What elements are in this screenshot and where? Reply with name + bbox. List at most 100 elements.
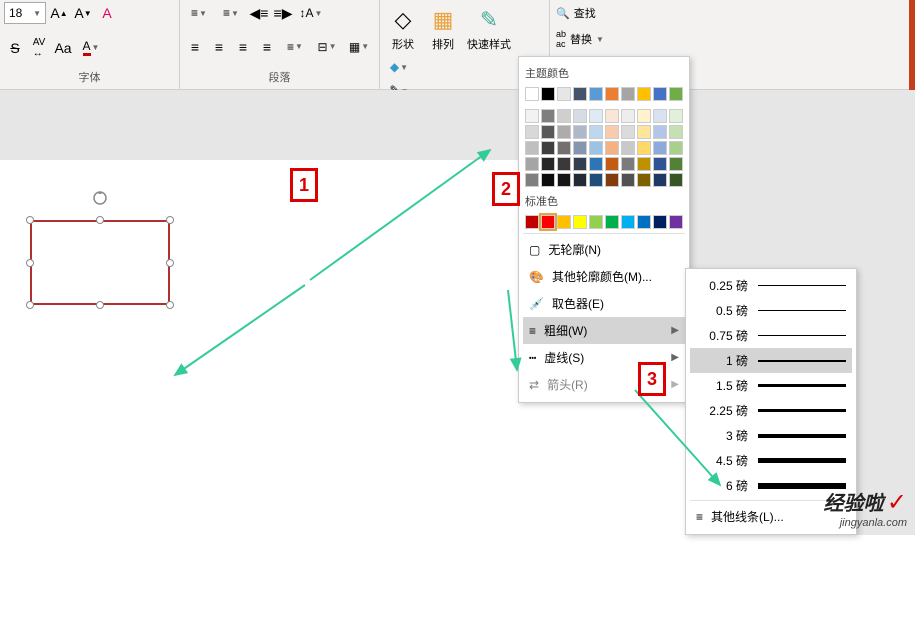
resize-handle[interactable] — [26, 259, 34, 267]
color-swatch[interactable] — [573, 109, 587, 123]
color-swatch[interactable] — [605, 173, 619, 187]
color-swatch[interactable] — [621, 109, 635, 123]
color-swatch[interactable] — [653, 125, 667, 139]
color-swatch[interactable] — [525, 173, 539, 187]
strikethrough-icon[interactable]: S — [4, 37, 26, 59]
resize-handle[interactable] — [166, 301, 174, 309]
align-right-icon[interactable]: ≡ — [232, 36, 254, 58]
color-swatch[interactable] — [557, 87, 571, 101]
text-direction-icon[interactable]: ↕A▼ — [296, 2, 326, 24]
color-swatch[interactable] — [541, 125, 555, 139]
color-swatch[interactable] — [669, 109, 683, 123]
color-swatch[interactable] — [525, 125, 539, 139]
font-size-combo[interactable]: 18 ▼ — [4, 2, 46, 24]
more-colors-item[interactable]: 🎨 其他轮廓颜色(M)... — [523, 263, 685, 290]
weight-option[interactable]: 0.75 磅 — [690, 323, 852, 348]
eyedropper-item[interactable]: 💉 取色器(E) — [523, 290, 685, 317]
color-swatch[interactable] — [557, 109, 571, 123]
color-swatch[interactable] — [669, 125, 683, 139]
numbering-icon[interactable]: ≡▼ — [216, 2, 246, 24]
decrease-indent-icon[interactable]: ◀≡ — [248, 2, 270, 24]
color-swatch[interactable] — [605, 157, 619, 171]
no-outline-item[interactable]: ▢ 无轮廓(N) — [523, 236, 685, 263]
color-swatch[interactable] — [605, 215, 619, 229]
color-swatch[interactable] — [557, 215, 571, 229]
resize-handle[interactable] — [166, 259, 174, 267]
color-swatch[interactable] — [541, 157, 555, 171]
color-swatch[interactable] — [589, 87, 603, 101]
color-swatch[interactable] — [637, 109, 651, 123]
color-swatch[interactable] — [669, 215, 683, 229]
font-color-icon[interactable]: A▼ — [76, 37, 106, 59]
resize-handle[interactable] — [96, 216, 104, 224]
convert-smartart-icon[interactable]: ▦▼ — [344, 36, 374, 58]
color-swatch[interactable] — [637, 157, 651, 171]
arrows-item[interactable]: ⇄ 箭头(R) ▶ — [523, 371, 685, 398]
bullets-icon[interactable]: ≡▼ — [184, 2, 214, 24]
color-swatch[interactable] — [589, 141, 603, 155]
color-swatch[interactable] — [605, 109, 619, 123]
color-swatch[interactable] — [573, 157, 587, 171]
replace-button[interactable]: abac 替换 ▼ — [554, 26, 626, 52]
color-swatch[interactable] — [653, 157, 667, 171]
color-swatch[interactable] — [573, 87, 587, 101]
rotate-handle-icon[interactable] — [92, 190, 108, 206]
align-left-icon[interactable]: ≡ — [184, 36, 206, 58]
color-swatch[interactable] — [589, 125, 603, 139]
char-spacing-icon[interactable]: AV↔ — [28, 37, 50, 59]
color-swatch[interactable] — [589, 215, 603, 229]
color-swatch[interactable] — [637, 125, 651, 139]
selected-shape[interactable] — [30, 220, 170, 305]
color-swatch[interactable] — [525, 87, 539, 101]
color-swatch[interactable] — [557, 141, 571, 155]
color-swatch[interactable] — [621, 141, 635, 155]
color-swatch[interactable] — [653, 109, 667, 123]
color-swatch[interactable] — [605, 141, 619, 155]
resize-handle[interactable] — [26, 216, 34, 224]
color-swatch[interactable] — [621, 87, 635, 101]
justify-icon[interactable]: ≡ — [256, 36, 278, 58]
color-swatch[interactable] — [525, 141, 539, 155]
color-swatch[interactable] — [669, 141, 683, 155]
arrange-button[interactable]: ▦ 排列 — [424, 2, 462, 54]
color-swatch[interactable] — [525, 109, 539, 123]
color-swatch[interactable] — [525, 157, 539, 171]
color-swatch[interactable] — [525, 215, 539, 229]
color-swatch[interactable] — [637, 87, 651, 101]
weight-option[interactable]: 2.25 磅 — [690, 398, 852, 423]
color-swatch[interactable] — [557, 157, 571, 171]
color-swatch[interactable] — [621, 157, 635, 171]
resize-handle[interactable] — [166, 216, 174, 224]
color-swatch[interactable] — [557, 173, 571, 187]
color-swatch[interactable] — [669, 173, 683, 187]
weight-option[interactable]: 3 磅 — [690, 423, 852, 448]
color-swatch[interactable] — [653, 87, 667, 101]
color-swatch[interactable] — [637, 141, 651, 155]
color-swatch[interactable] — [589, 173, 603, 187]
dashes-item[interactable]: ┅ 虚线(S) ▶ — [523, 344, 685, 371]
color-swatch[interactable] — [573, 141, 587, 155]
color-swatch[interactable] — [621, 215, 635, 229]
increase-indent-icon[interactable]: ≡▶ — [272, 2, 294, 24]
increase-font-icon[interactable]: A▲ — [48, 2, 70, 24]
color-swatch[interactable] — [653, 141, 667, 155]
weight-option[interactable]: 1.5 磅 — [690, 373, 852, 398]
clear-format-icon[interactable]: A — [96, 2, 118, 24]
align-text-icon[interactable]: ⊟▼ — [312, 36, 342, 58]
color-swatch[interactable] — [589, 157, 603, 171]
color-swatch[interactable] — [653, 173, 667, 187]
color-swatch[interactable] — [541, 109, 555, 123]
color-swatch[interactable] — [605, 87, 619, 101]
resize-handle[interactable] — [96, 301, 104, 309]
decrease-font-icon[interactable]: A▼ — [72, 2, 94, 24]
align-center-icon[interactable]: ≡ — [208, 36, 230, 58]
color-swatch[interactable] — [541, 215, 555, 229]
weight-option[interactable]: 1 磅 — [690, 348, 852, 373]
find-button[interactable]: 🔍 查找 — [554, 2, 626, 24]
color-swatch[interactable] — [573, 215, 587, 229]
color-swatch[interactable] — [637, 173, 651, 187]
weight-item[interactable]: ≡ 粗细(W) ▶ — [523, 317, 685, 344]
color-swatch[interactable] — [669, 87, 683, 101]
color-swatch[interactable] — [541, 87, 555, 101]
color-swatch[interactable] — [541, 141, 555, 155]
